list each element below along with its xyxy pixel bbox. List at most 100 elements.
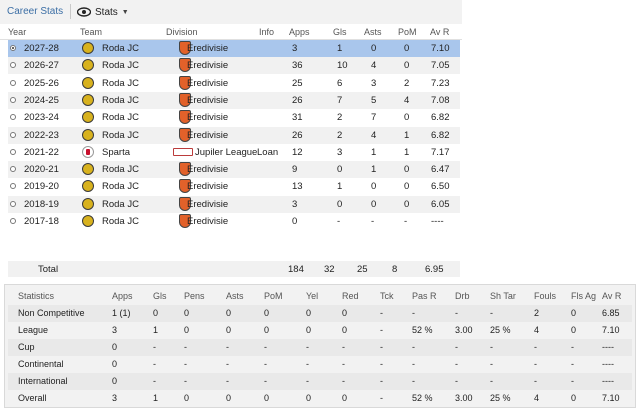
row-radio-icon[interactable] (10, 148, 16, 155)
stat-cell-red: - (342, 359, 345, 369)
career-row[interactable]: 2025-26 Roda JC Eredivisie 25 6 3 2 7.23 (8, 75, 460, 92)
cell-apps: 25 (292, 77, 303, 89)
cell-division[interactable]: Eredivisie (187, 199, 228, 210)
cell-team[interactable]: Roda JC (102, 130, 139, 141)
cell-division[interactable]: Eredivisie (187, 112, 228, 123)
cell-team[interactable]: Roda JC (102, 78, 139, 89)
stat-cell-flsag: - (571, 342, 574, 352)
stat-col-red[interactable]: Red (342, 291, 359, 301)
career-stats-tab[interactable]: Career Stats (7, 6, 63, 17)
cell-team[interactable]: Roda JC (102, 95, 139, 106)
career-row[interactable]: 2017-18 Roda JC Eredivisie 0- - - ---- (8, 213, 460, 230)
stat-col-apps[interactable]: Apps (112, 291, 133, 301)
stats-dropdown[interactable]: Stats ▼ (77, 5, 129, 19)
cell-asts: 1 (371, 146, 377, 158)
cell-team[interactable]: Roda JC (102, 112, 139, 123)
cell-team[interactable]: Roda JC (102, 164, 139, 175)
stat-cell-pasr: - (412, 376, 415, 386)
col-info[interactable]: Info (259, 27, 274, 37)
career-row[interactable]: 2026-27 Roda JC Eredivisie 36 10 4 0 7.05 (8, 57, 460, 75)
stat-col-drb[interactable]: Drb (455, 291, 470, 301)
career-row[interactable]: 2027-28 Roda JC Eredivisie 3 1 0 0 7.10 (8, 40, 460, 57)
row-radio-icon[interactable] (10, 79, 16, 86)
stat-cell-gls: 1 (153, 325, 159, 335)
career-row[interactable]: 2018-19 Roda JC Eredivisie 3 0 0 0 6.05 (8, 195, 460, 213)
stat-col-asts[interactable]: Asts (226, 291, 244, 301)
cell-division[interactable]: Eredivisie (187, 43, 228, 54)
cell-avr: 6.82 (431, 129, 450, 141)
career-row[interactable]: 2021-22 Sparta Jupiler League Loan 12 3 1 1 7.17 (8, 144, 460, 161)
stat-cell-gls: - (153, 359, 156, 369)
stat-cell-pom: 0 (264, 308, 270, 318)
col-division[interactable]: Division (166, 27, 198, 37)
row-radio-icon[interactable] (10, 131, 16, 138)
cell-division[interactable]: Eredivisie (187, 130, 228, 141)
cell-division[interactable]: Eredivisie (187, 95, 228, 106)
cell-team[interactable]: Roda JC (102, 60, 139, 71)
col-apps[interactable]: Apps (289, 27, 310, 37)
cell-pom: 0 (404, 112, 410, 124)
career-row[interactable]: 2019-20 Roda JC Eredivisie 13 1 0 0 6.50 (8, 178, 460, 195)
stat-col-label[interactable]: Statistics (18, 291, 54, 301)
stat-col-pens[interactable]: Pens (184, 291, 205, 301)
cell-team[interactable]: Roda JC (102, 216, 139, 227)
row-radio-icon[interactable] (10, 183, 16, 190)
row-radio-icon[interactable] (10, 218, 16, 224)
stat-col-pasr[interactable]: Pas R (412, 291, 437, 301)
stat-cell-asts: 0 (226, 308, 232, 318)
row-radio-icon[interactable] (10, 200, 16, 207)
career-row[interactable]: 2022-23 Roda JC Eredivisie 26 2 4 1 6.82 (8, 126, 460, 144)
row-radio-icon[interactable] (10, 114, 16, 121)
stat-cell-yel: 0 (306, 393, 312, 403)
col-asts[interactable]: Asts (364, 27, 382, 37)
row-radio-icon[interactable] (10, 96, 16, 103)
cell-division[interactable]: Eredivisie (187, 216, 228, 227)
col-team[interactable]: Team (80, 27, 102, 37)
cell-division[interactable]: Eredivisie (187, 181, 228, 192)
cell-team[interactable]: Roda JC (102, 43, 139, 54)
cell-year: 2025-26 (24, 77, 59, 89)
cell-gls: 10 (337, 60, 348, 72)
stat-cell-drb: 3.00 (455, 325, 473, 335)
stat-col-avr[interactable]: Av R (602, 291, 621, 301)
cell-asts: 5 (371, 94, 377, 106)
stat-cell-avr: 6.85 (602, 308, 620, 318)
stat-col-shtar[interactable]: Sh Tar (490, 291, 516, 301)
stat-col-tck[interactable]: Tck (380, 291, 394, 301)
cell-team[interactable]: Roda JC (102, 181, 139, 192)
cell-avr: ---- (431, 216, 444, 227)
row-radio-icon[interactable] (10, 62, 16, 69)
row-radio-icon[interactable] (10, 166, 16, 173)
cell-pom: 0 (404, 164, 410, 176)
cell-apps: 3 (292, 198, 298, 210)
stat-cell-pens: - (184, 342, 187, 352)
stat-cell-pom: 0 (264, 393, 270, 403)
stat-cell-red: 0 (342, 308, 348, 318)
cell-division[interactable]: Eredivisie (187, 78, 228, 89)
row-radio-icon[interactable] (10, 45, 16, 51)
cell-team[interactable]: Sparta (102, 147, 130, 158)
stat-cell-flsag: 0 (571, 308, 577, 318)
cell-division[interactable]: Eredivisie (187, 60, 228, 71)
club-crest-icon (82, 163, 94, 176)
career-row[interactable]: 2024-25 Roda JC Eredivisie 26 7 5 4 7.08 (8, 91, 460, 109)
stat-cell-asts: 0 (226, 325, 232, 335)
stat-col-gls[interactable]: Gls (153, 291, 167, 301)
statistics-row: League 3 1 0 0 0 0 0 - 52 % 3.00 25 % 4 0 7.10 (8, 322, 632, 339)
career-row[interactable]: 2020-21 Roda JC Eredivisie 9 0 1 0 6.47 (8, 161, 460, 179)
col-gls[interactable]: Gls (333, 27, 347, 37)
stat-col-yel[interactable]: Yel (306, 291, 318, 301)
col-pom[interactable]: PoM (398, 27, 417, 37)
cell-team[interactable]: Roda JC (102, 199, 139, 210)
stat-col-pom[interactable]: PoM (264, 291, 283, 301)
stat-cell-avr: 7.10 (602, 325, 620, 335)
cell-division[interactable]: Jupiler League (195, 147, 257, 158)
cell-division[interactable]: Eredivisie (187, 164, 228, 175)
col-year[interactable]: Year (8, 27, 26, 37)
col-avr[interactable]: Av R (430, 27, 449, 37)
cell-apps: 26 (292, 129, 303, 141)
stat-col-flsag[interactable]: Fls Ag (571, 291, 596, 301)
cell-pom: 0 (404, 181, 410, 193)
stat-col-fouls[interactable]: Fouls (534, 291, 556, 301)
career-row[interactable]: 2023-24 Roda JC Eredivisie 31 2 7 0 6.82 (8, 109, 460, 126)
